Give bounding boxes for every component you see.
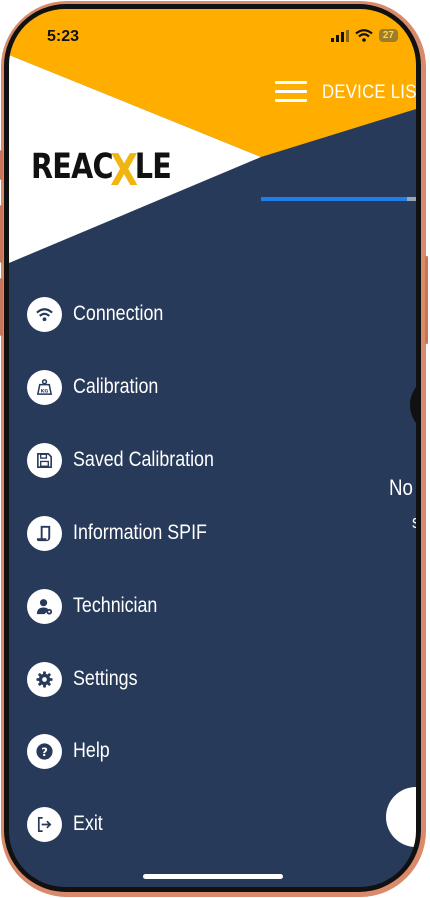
gear-icon	[27, 661, 62, 697]
floppy-disk-icon	[27, 442, 62, 478]
menu-item-label: Technician	[73, 594, 158, 617]
progress-bar	[261, 197, 416, 201]
exit-icon	[27, 806, 62, 842]
app-logo: REAC X LE	[31, 147, 172, 193]
menu-item-label: Calibration	[73, 375, 159, 398]
question-icon: ?	[27, 733, 62, 769]
status-bar: 5:23 27	[9, 9, 416, 59]
side-button-action	[0, 150, 3, 180]
menu-item-label: Saved Calibration	[73, 448, 214, 471]
progress-bar-fill	[261, 197, 407, 201]
menu-item-technician[interactable]: Technician	[27, 588, 172, 624]
menu-item-label: Connection	[73, 302, 164, 325]
background-text-partial: No	[389, 475, 413, 500]
menu-item-calibration[interactable]: KG Calibration	[27, 369, 173, 405]
menu-item-label: Information SPIF	[73, 521, 207, 544]
svg-text:?: ?	[41, 744, 48, 758]
technician-icon	[27, 588, 62, 624]
menu-item-exit[interactable]: Exit	[27, 806, 108, 842]
screen: 5:23 27 DEVICE LIST REAC X LE	[9, 9, 416, 887]
menu-item-label: Help	[73, 739, 110, 762]
side-button-volume-up	[0, 205, 3, 263]
side-button-volume-down	[0, 278, 3, 336]
battery-icon: 27	[378, 29, 398, 42]
background-text-partial-2: s	[412, 512, 416, 533]
home-indicator[interactable]	[143, 874, 283, 879]
status-time: 5:23	[47, 28, 80, 45]
logo-text-right: LE	[134, 147, 172, 187]
cellular-signal-icon	[330, 29, 349, 42]
wifi-status-icon	[355, 29, 373, 42]
menu-item-information-spif[interactable]: Information SPIF	[27, 515, 231, 551]
wifi-icon	[27, 296, 62, 332]
weight-kg-icon: KG	[27, 369, 62, 405]
page-title: DEVICE LIST	[322, 82, 416, 103]
menu-item-label: Settings	[73, 667, 138, 690]
menu-item-settings[interactable]: Settings	[27, 661, 149, 697]
menu-item-help[interactable]: ? Help	[27, 733, 116, 769]
svg-text:KG: KG	[41, 388, 49, 394]
document-icon	[27, 515, 62, 551]
menu-item-saved-calibration[interactable]: Saved Calibration	[27, 442, 239, 478]
status-icons: 27	[330, 29, 398, 42]
side-button-power	[425, 256, 428, 344]
hamburger-menu-button[interactable]	[275, 81, 307, 105]
menu-item-connection[interactable]: Connection	[27, 296, 179, 332]
menu-item-label: Exit	[73, 812, 103, 835]
logo-text-left: REAC	[31, 147, 114, 187]
logo-x: X	[110, 145, 138, 197]
